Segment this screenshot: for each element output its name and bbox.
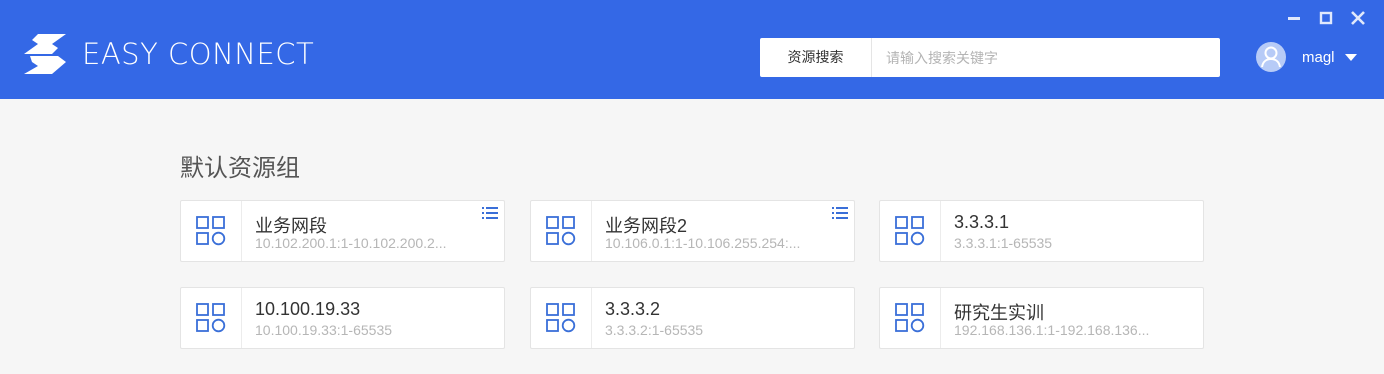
resource-card[interactable]: 业务网段 10.102.200.1:1-10.102.200.2... [180, 200, 505, 262]
resource-address-range: 192.168.136.1:1-192.168.136... [954, 322, 1150, 338]
app-grid-icon [531, 201, 592, 261]
resource-card[interactable]: 业务网段2 10.106.0.1:1-10.106.255.254:... [530, 200, 855, 262]
resource-name: 3.3.3.2 [605, 299, 661, 319]
resource-card[interactable]: 研究生实训 192.168.136.1:1-192.168.136... [879, 287, 1204, 349]
maximize-icon[interactable] [1318, 10, 1334, 26]
app-grid-icon [880, 288, 941, 348]
resource-name: 10.100.19.33 [255, 299, 361, 319]
resource-address-range: 3.3.3.1:1-65535 [954, 235, 1053, 251]
resource-search-button[interactable]: 资源搜索 [760, 38, 872, 77]
resource-search-bar: 资源搜索 [760, 38, 1220, 77]
window-controls [1286, 10, 1366, 26]
easyconnect-logo-icon [24, 34, 66, 74]
minimize-icon[interactable] [1286, 10, 1302, 26]
resource-address-range: 10.100.19.33:1-65535 [255, 322, 393, 338]
app-grid-icon [181, 288, 242, 348]
resource-search-input[interactable] [872, 38, 1220, 77]
user-menu[interactable]: magl [1256, 42, 1357, 72]
close-icon[interactable] [1350, 10, 1366, 26]
resource-group-title: 默认资源组 [180, 155, 300, 182]
resource-card[interactable]: 10.100.19.33 10.100.19.33:1-65535 [180, 287, 505, 349]
resource-card[interactable]: 3.3.3.1 3.3.3.1:1-65535 [879, 200, 1204, 262]
resource-card[interactable]: 3.3.3.2 3.3.3.2:1-65535 [530, 287, 855, 349]
app-logo: EASY CONNECT [24, 34, 314, 74]
resource-address-range: 10.106.0.1:1-10.106.255.254:... [605, 235, 801, 251]
app-grid-icon [181, 201, 242, 261]
resource-address-range: 10.102.200.1:1-10.102.200.2... [255, 235, 447, 251]
user-name: magl [1302, 48, 1335, 66]
app-grid-icon [880, 201, 941, 261]
chevron-down-icon [1344, 53, 1357, 61]
list-menu-icon[interactable] [482, 206, 498, 220]
app-grid-icon [531, 288, 592, 348]
app-title: EASY CONNECT [82, 37, 315, 71]
list-menu-icon[interactable] [832, 206, 848, 220]
app-header: EASY CONNECT 资源搜索 magl [0, 0, 1384, 99]
user-avatar-icon [1256, 42, 1286, 72]
resource-name: 3.3.3.1 [954, 212, 1010, 232]
resource-address-range: 3.3.3.2:1-65535 [605, 322, 704, 338]
